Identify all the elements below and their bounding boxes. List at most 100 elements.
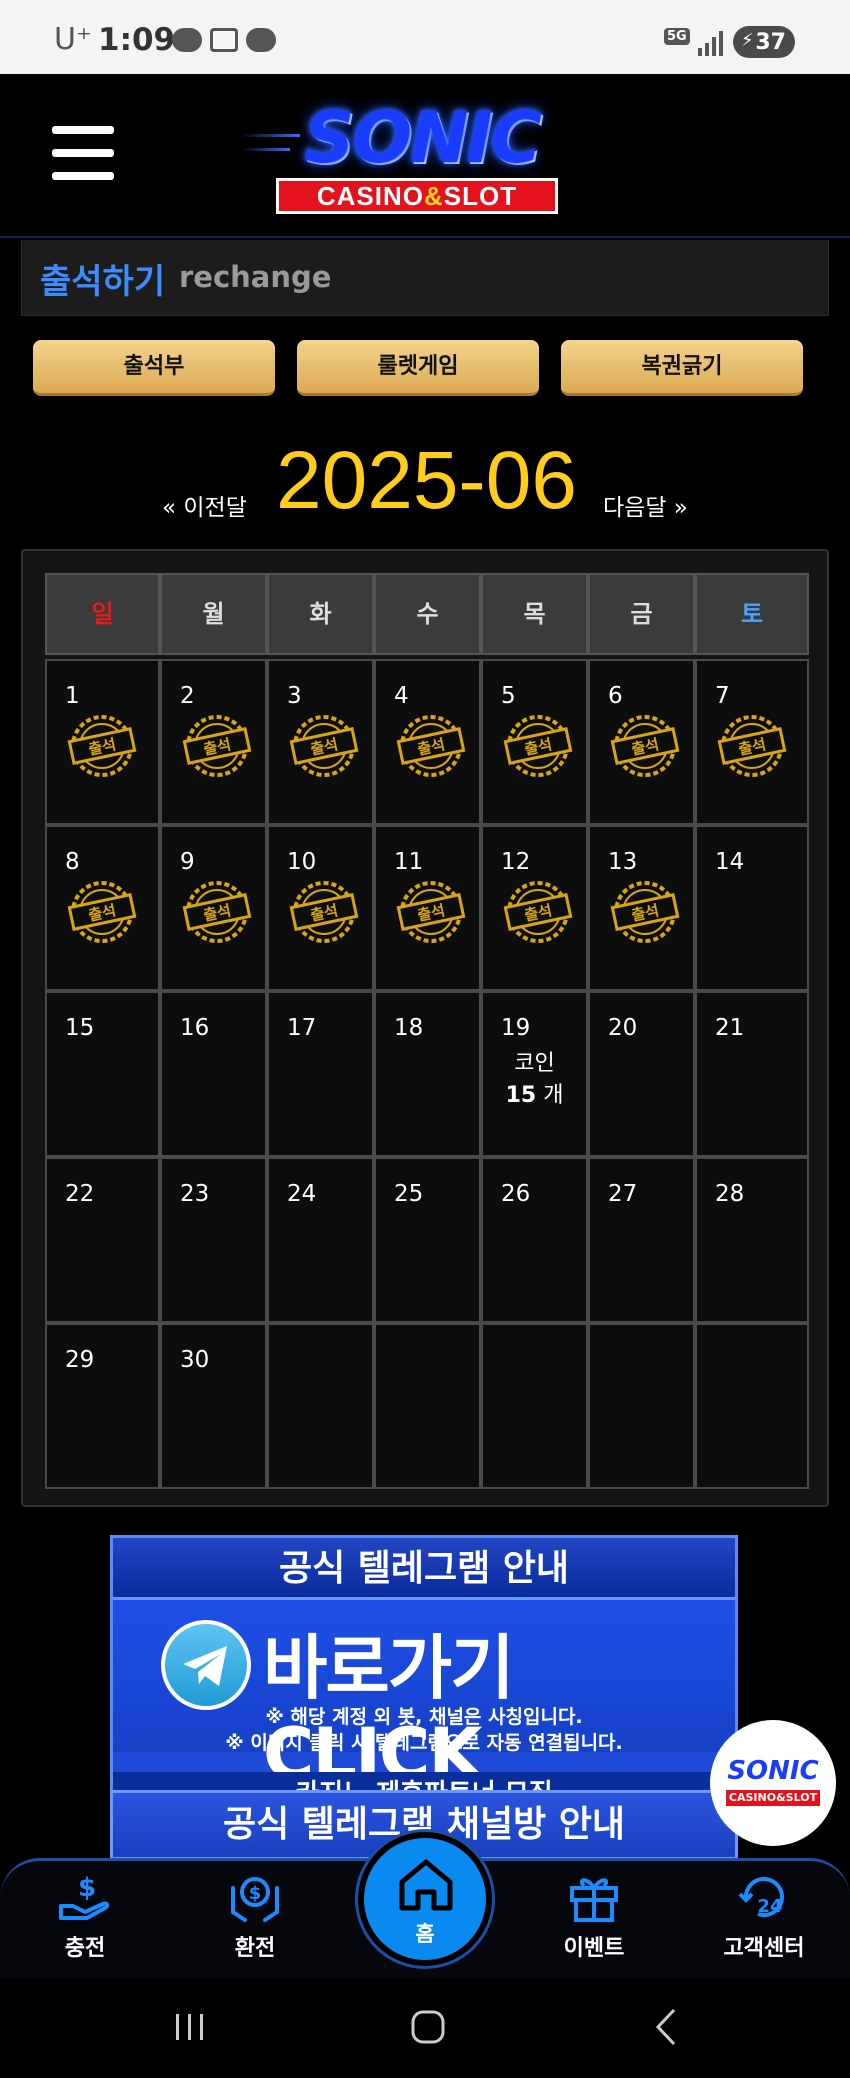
recent-apps-icon[interactable]: [160, 2002, 220, 2052]
calendar-day-cell: [481, 1323, 588, 1489]
coin-label: 코인: [514, 1051, 555, 1076]
battery-indicator: ⚡ 37: [733, 26, 795, 58]
tab-lottery[interactable]: 복권긁기: [561, 340, 803, 396]
page: U⁺ 1:09 5G ⚡ 37 SONIC CASINO&SLOT 출석하기 r…: [0, 0, 850, 2078]
calendar-day-cell[interactable]: 4 출석: [374, 659, 481, 825]
calendar-day-cell[interactable]: 20: [588, 991, 695, 1157]
attendance-stamp-icon: 출석: [610, 715, 680, 777]
calendar-day-cell[interactable]: 27: [588, 1157, 695, 1323]
deposit-hand-icon: $: [59, 1873, 110, 1920]
calendar-day-cell[interactable]: 3 출석: [267, 659, 374, 825]
menu-icon[interactable]: [52, 126, 114, 182]
day-number: 12: [501, 849, 531, 875]
day-number: 19: [501, 1015, 531, 1041]
nav-exchange[interactable]: $ 환전: [195, 1868, 315, 1968]
nav-support[interactable]: 24 고객센터: [704, 1868, 824, 1968]
clock: 1:09: [98, 22, 176, 58]
tab-attendance[interactable]: 출석부: [33, 340, 275, 396]
attendance-stamp-icon: 출석: [503, 881, 573, 943]
calendar-day-cell[interactable]: 22: [45, 1157, 160, 1323]
day-number: 10: [287, 849, 317, 875]
calendar-day-cell[interactable]: 16: [160, 991, 267, 1157]
calendar-day-cell[interactable]: 8 출석: [45, 825, 160, 991]
calendar-day-cell[interactable]: 11 출석: [374, 825, 481, 991]
weekday-header: 토: [695, 573, 809, 655]
day-number: 25: [394, 1181, 424, 1207]
calendar-day-cell[interactable]: 10 출석: [267, 825, 374, 991]
calendar-day-cell[interactable]: 13 출석: [588, 825, 695, 991]
day-number: 18: [394, 1015, 424, 1041]
day-number: 29: [65, 1347, 95, 1373]
banner-note: ※ 해당 계정 외 봇, 채널은 사칭입니다.: [265, 1706, 583, 1728]
attendance-stamp-icon: 출석: [396, 881, 466, 943]
calendar-day-cell[interactable]: 25: [374, 1157, 481, 1323]
weekday-header: 일: [45, 573, 160, 655]
calendar-day-cell[interactable]: 29: [45, 1323, 160, 1489]
gift-icon: [570, 1878, 618, 1922]
calendar-day-cell[interactable]: 15: [45, 991, 160, 1157]
back-icon[interactable]: [638, 2002, 698, 2052]
nav-event[interactable]: 이벤트: [534, 1868, 654, 1968]
calendar-day-cell[interactable]: 12 출석: [481, 825, 588, 991]
calendar-day-cell[interactable]: 1 출석: [45, 659, 160, 825]
day-number: 4: [394, 683, 409, 709]
calendar-day-cell[interactable]: 2 출석: [160, 659, 267, 825]
day-number: 6: [608, 683, 623, 709]
calendar-day-cell[interactable]: 9 출석: [160, 825, 267, 991]
day-number: 20: [608, 1015, 638, 1041]
month-title: 2025-06: [276, 435, 577, 526]
nav-home[interactable]: 홈: [358, 1832, 492, 1966]
day-number: 2: [180, 683, 195, 709]
day-number: 23: [180, 1181, 210, 1207]
coin-count: 15 개: [505, 1083, 564, 1108]
day-number: 11: [394, 849, 424, 875]
telegram-icon: [161, 1620, 251, 1710]
attendance-stamp-icon: 출석: [289, 715, 359, 777]
calendar-day-cell[interactable]: 14: [695, 825, 809, 991]
tab-roulette[interactable]: 룰렛게임: [297, 340, 539, 396]
day-number: 17: [287, 1015, 317, 1041]
logo-title: SONIC: [304, 97, 542, 179]
status-bar: U⁺ 1:09 5G ⚡ 37: [0, 0, 850, 74]
floating-logo-title: SONIC: [727, 1756, 819, 1786]
calendar-day-cell[interactable]: 7 출석: [695, 659, 809, 825]
calendar-day-cell[interactable]: 19 코인 15 개: [481, 991, 588, 1157]
site-header: SONIC CASINO&SLOT: [0, 74, 850, 238]
day-number: 30: [180, 1347, 210, 1373]
day-number: 1: [65, 683, 80, 709]
prev-month-link[interactable]: « 이전달: [162, 488, 247, 522]
attendance-stamp-icon: 출석: [67, 715, 137, 777]
floating-logo-button[interactable]: SONIC CASINO&SLOT: [710, 1720, 836, 1846]
home-system-icon[interactable]: [398, 2002, 458, 2052]
calendar-day-cell[interactable]: 5 출석: [481, 659, 588, 825]
weekday-header: 수: [374, 573, 481, 655]
system-nav-bar: [0, 1978, 850, 2078]
next-month-link[interactable]: 다음달 »: [603, 488, 688, 522]
weekday-header: 화: [267, 573, 374, 655]
calendar-day-cell[interactable]: 17: [267, 991, 374, 1157]
calendar-day-cell: [588, 1323, 695, 1489]
calendar-day-cell[interactable]: 28: [695, 1157, 809, 1323]
svg-text:$: $: [78, 1873, 96, 1903]
page-subtitle: rechange: [179, 260, 332, 294]
calendar-day-cell[interactable]: 26: [481, 1157, 588, 1323]
battery-level: 37: [755, 29, 786, 55]
calendar-day-cell[interactable]: 30: [160, 1323, 267, 1489]
banner-heading: 공식 텔레그램 안내: [113, 1538, 735, 1600]
cloud-icon: [246, 28, 276, 52]
calendar-day-cell[interactable]: 21: [695, 991, 809, 1157]
calendar-day-cell[interactable]: 18: [374, 991, 481, 1157]
attendance-stamp-icon: 출석: [503, 715, 573, 777]
day-number: 15: [65, 1015, 95, 1041]
day-number: 27: [608, 1181, 638, 1207]
calendar-day-cell[interactable]: 23: [160, 1157, 267, 1323]
logo-subtitle: CASINO&SLOT: [276, 178, 558, 214]
day-number: 21: [715, 1015, 745, 1041]
site-logo[interactable]: SONIC CASINO&SLOT: [240, 102, 600, 222]
day-number: 3: [287, 683, 302, 709]
svg-text:24: 24: [757, 1896, 782, 1917]
day-number: 24: [287, 1181, 317, 1207]
nav-charge[interactable]: $ 충전: [25, 1868, 145, 1968]
calendar-day-cell[interactable]: 6 출석: [588, 659, 695, 825]
calendar-day-cell[interactable]: 24: [267, 1157, 374, 1323]
